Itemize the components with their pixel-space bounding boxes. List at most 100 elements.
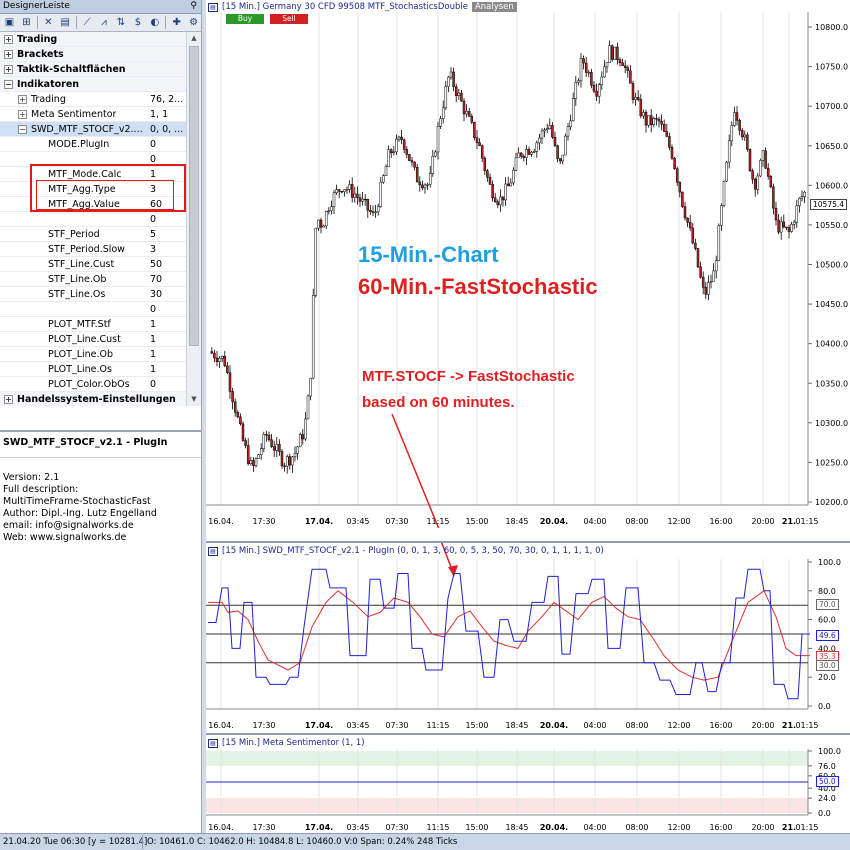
tree-row[interactable]: − Indikatoren	[0, 77, 186, 92]
toolbar-icon-4[interactable]: ⟋	[80, 15, 95, 30]
tree-row-value[interactable]: 0	[150, 139, 186, 150]
expand-icon[interactable]: +	[4, 64, 13, 74]
expand-icon[interactable]: +	[4, 34, 13, 44]
scroll-down-icon[interactable]: ▼	[187, 393, 201, 406]
tree-row-value[interactable]: 0	[150, 214, 186, 225]
toolbar-icon-2[interactable]: ✕	[41, 15, 56, 30]
price-pane[interactable]: 10800.0 10750.0 10700.0 10650.0 10600.0 10550…	[206, 0, 850, 528]
price-chart[interactable]: 10800.0 10750.0 10700.0 10650.0 10600.0 10550…	[206, 0, 850, 528]
pin-icon[interactable]: ⚲	[190, 0, 197, 13]
x-tick-label: 16.04.	[208, 721, 233, 730]
candle-body	[753, 178, 757, 190]
pane-menu-icon[interactable]: ▤	[208, 546, 218, 556]
meta-sentimentor-pane[interactable]: 100.076.060.040.024.00.016.04.17:3017.04…	[206, 733, 850, 833]
analysen-button[interactable]: Analysen	[471, 2, 517, 12]
scroll-up-icon[interactable]: ▲	[187, 32, 201, 45]
meta-header-text: [15 Min.] Meta Sentimentor (1, 1)	[222, 738, 365, 748]
buy-button[interactable]: Buy	[226, 14, 264, 24]
candle-body	[688, 222, 692, 229]
toolbar-icon-6[interactable]: ⇅	[113, 15, 128, 30]
candle-body	[514, 157, 518, 171]
tree-row-value[interactable]: 70	[150, 274, 186, 285]
toolbar-icon-1[interactable]: ⊞	[19, 15, 34, 30]
tree-row-value[interactable]: 1	[150, 319, 186, 330]
tree-row[interactable]: STF_Period.Slow 3	[0, 242, 186, 257]
tree-row-value[interactable]: 76, 2...	[150, 94, 186, 105]
x-tick-label: 21.	[782, 823, 796, 832]
tree-row-value[interactable]: 1	[150, 349, 186, 360]
tree-row[interactable]: + Trading	[0, 32, 186, 47]
tree-row-label: PLOT_Color.ObOs	[48, 378, 130, 390]
tree-row[interactable]: 0	[0, 212, 186, 227]
candle-body	[439, 118, 442, 127]
tree-row-value[interactable]: 30	[150, 289, 186, 300]
tree-row-value[interactable]: 3	[150, 244, 186, 255]
tree-row-value[interactable]: 1, 1	[150, 109, 186, 120]
expand-icon[interactable]: +	[4, 49, 13, 59]
toolbar-icon-10[interactable]: ⚙	[186, 15, 201, 30]
designer-panel: DesignerLeiste ⚲ ▣ ⊞ ✕ ▤ ⟋ ⩘ ⇅ $ ◐ ✚ ⚙ + Trading + Br…	[0, 0, 202, 833]
sell-button[interactable]: Sell	[270, 14, 308, 24]
tree-row[interactable]: PLOT_MTF.Stf 1	[0, 317, 186, 332]
toolbar-icon-8[interactable]: ◐	[147, 15, 162, 30]
tree-row-value[interactable]: 1	[150, 364, 186, 375]
tree-row[interactable]: PLOT_Line.Ob 1	[0, 347, 186, 362]
collapse-icon[interactable]: −	[4, 79, 13, 89]
tree-row-value[interactable]: 50	[150, 259, 186, 270]
tree-row[interactable]: 0	[0, 302, 186, 317]
tree-row[interactable]: PLOT_Line.Cust 1	[0, 332, 186, 347]
candle-body	[454, 86, 458, 96]
candle-body	[564, 135, 567, 156]
candle-body	[608, 45, 611, 63]
collapse-icon[interactable]: −	[18, 124, 27, 134]
candle-body	[319, 219, 323, 228]
tree-row[interactable]: PLOT_Line.Os 1	[0, 362, 186, 377]
tree-row-value[interactable]: 0	[150, 154, 186, 165]
stochastic-pane[interactable]: 100.0 80.0 60.0 40.0 20.0 0.0 16.04. 17:30 17.04…	[206, 541, 850, 731]
candle-body	[350, 184, 354, 198]
candle-body	[657, 118, 661, 122]
tree-row[interactable]: STF_Line.Os 30	[0, 287, 186, 302]
expand-icon[interactable]: +	[4, 394, 13, 404]
meta-sentimentor-chart[interactable]: 100.076.060.040.024.00.016.04.17:3017.04…	[206, 735, 850, 833]
candle-body	[467, 111, 471, 117]
tree-row-value[interactable]: 0	[150, 304, 186, 315]
tree-row-value[interactable]: 5	[150, 229, 186, 240]
tree-row-value[interactable]: 1	[150, 334, 186, 345]
tree-row-label: STF_Period.Slow	[48, 243, 125, 255]
candle-body	[647, 115, 650, 126]
tree-scrollbar[interactable]: ▲ ▼	[186, 32, 201, 406]
pane-menu-icon[interactable]: ▤	[208, 738, 218, 748]
toolbar-icon-5[interactable]: ⩘	[97, 15, 112, 30]
tree-row[interactable]: + Brackets	[0, 47, 186, 62]
expand-icon[interactable]: +	[18, 109, 27, 119]
tree-row[interactable]: MODE.PlugIn 0	[0, 137, 186, 152]
tree-row[interactable]: + Handelssystem-Einstellungen	[0, 392, 186, 406]
tree-row-value[interactable]: 0	[150, 379, 186, 390]
toolbar-icon-0[interactable]: ▣	[2, 15, 17, 30]
toolbar-icon-9[interactable]: ✚	[169, 15, 184, 30]
tree-row[interactable]: − SWD_MTF_STOCF_v2.... 0, 0, ...	[0, 122, 186, 137]
y-tick-label: 10250.0	[815, 458, 848, 467]
tree-row[interactable]: STF_Line.Ob 70	[0, 272, 186, 287]
tree-row-value[interactable]: 0, 0, ...	[150, 124, 186, 135]
stochastic-chart[interactable]: 100.080.060.040.020.00.016.04. 17:30 17.04…	[206, 543, 850, 731]
toolbar-icon-3[interactable]: ▤	[58, 15, 73, 30]
tree-row[interactable]: PLOT_Color.ObOs 0	[0, 377, 186, 392]
tree-row[interactable]: + Trading 76, 2...	[0, 92, 186, 107]
expand-icon[interactable]: +	[18, 94, 27, 104]
tree-row[interactable]: + Taktik-Schaltflächen	[0, 62, 186, 77]
scroll-thumb[interactable]	[189, 46, 199, 346]
x-tick-label: 20:00	[751, 721, 774, 730]
tree-row[interactable]: STF_Line.Cust 50	[0, 257, 186, 272]
toolbar-icon-7[interactable]: $	[130, 15, 145, 30]
tree-row[interactable]: STF_Period 5	[0, 227, 186, 242]
candle-body	[675, 168, 679, 183]
pane-menu-icon[interactable]: ▤	[208, 2, 218, 12]
tree-row[interactable]: + Meta Sentimentor 1, 1	[0, 107, 186, 122]
candle-body	[465, 111, 468, 115]
candle-body	[353, 193, 357, 198]
x-tick-label: 17.04.	[305, 721, 333, 730]
slow-stochastic-line	[208, 590, 810, 681]
candle-body	[743, 134, 747, 138]
